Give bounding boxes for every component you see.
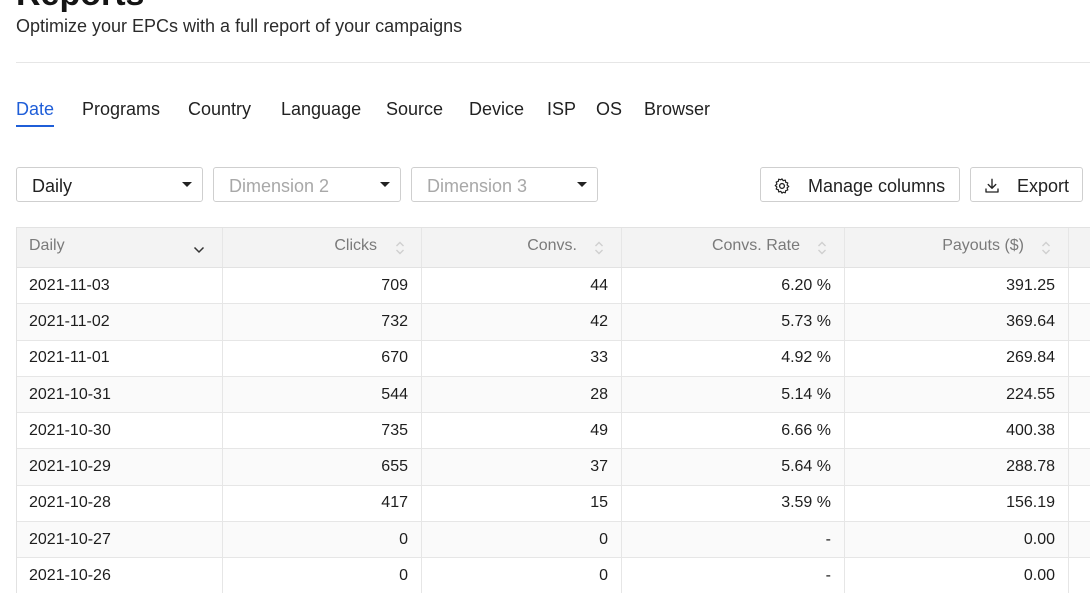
cell-convs-rate: - [825, 567, 831, 585]
tab-device[interactable]: Device [469, 98, 524, 128]
cell-convs: 15 [590, 494, 608, 512]
cell-date: 2021-10-30 [29, 421, 111, 439]
table-row[interactable]: 2021-10-30 735 49 6.66 % 400.38 [17, 413, 1090, 450]
gear-icon [774, 178, 790, 194]
cell-date: 2021-11-03 [29, 276, 110, 294]
cell-convs: 28 [590, 385, 608, 403]
page-title: Reports [16, 0, 144, 14]
column-header-convs-rate[interactable]: Convs. Rate [622, 228, 845, 267]
tab-source[interactable]: Source [386, 98, 443, 128]
manage-columns-button[interactable]: Manage columns [760, 167, 960, 202]
manage-columns-label: Manage columns [808, 176, 946, 196]
cell-date: 2021-11-01 [29, 349, 110, 367]
page-subtitle: Optimize your EPCs with a full report of… [16, 16, 463, 36]
tab-date[interactable]: Date [16, 98, 55, 128]
cell-convs-rate: - [825, 530, 831, 548]
cell-payouts: 156.19 [1006, 494, 1055, 512]
cell-convs: 0 [599, 567, 608, 585]
cell-date: 2021-10-27 [29, 530, 111, 548]
cell-convs: 49 [590, 421, 608, 439]
cell-convs: 0 [599, 530, 608, 548]
cell-payouts: 288.78 [1006, 458, 1055, 476]
sort-icon [818, 241, 826, 255]
cell-payouts: 400.38 [1006, 421, 1055, 439]
chevron-down-icon [193, 246, 205, 254]
cell-date: 2021-10-26 [29, 567, 111, 585]
table-row[interactable]: 2021-10-26 0 0 - 0.00 [17, 558, 1090, 593]
cell-clicks: 735 [381, 421, 408, 439]
cell-convs: 37 [590, 458, 608, 476]
cell-convs-rate: 5.64 % [781, 458, 831, 476]
cell-clicks: 417 [381, 494, 408, 512]
tab-programs[interactable]: Programs [82, 98, 160, 128]
cell-convs-rate: 3.59 % [781, 494, 831, 512]
table-row[interactable]: 2021-11-03 709 44 6.20 % 391.25 [17, 268, 1090, 305]
cell-payouts: 391.25 [1006, 276, 1055, 294]
dimension-1-select[interactable]: Daily [16, 167, 203, 202]
export-button[interactable]: Export [970, 167, 1083, 202]
sort-icon [396, 241, 404, 255]
cell-date: 2021-10-28 [29, 494, 111, 512]
table-row[interactable]: 2021-10-27 0 0 - 0.00 [17, 522, 1090, 559]
report-table: Daily Clicks Convs. Convs. Rate Payouts … [16, 227, 1090, 593]
dimension-2-select[interactable]: Dimension 2 [213, 167, 401, 202]
cell-payouts: 0.00 [1023, 530, 1055, 548]
column-header-clicks[interactable]: Clicks [223, 228, 422, 267]
column-header-payouts[interactable]: Payouts ($) [845, 228, 1069, 267]
cell-payouts: 369.64 [1006, 312, 1055, 330]
cell-clicks: 709 [381, 276, 408, 294]
cell-date: 2021-10-29 [29, 458, 111, 476]
cell-clicks: 732 [381, 312, 408, 330]
cell-convs: 33 [590, 349, 608, 367]
table-row[interactable]: 2021-10-29 655 37 5.64 % 288.78 [17, 449, 1090, 486]
tab-os[interactable]: OS [596, 98, 622, 128]
cell-convs-rate: 5.14 % [781, 385, 831, 403]
tab-browser[interactable]: Browser [644, 98, 710, 128]
download-icon [985, 178, 999, 193]
tab-country[interactable]: Country [188, 98, 251, 128]
table-body: 2021-11-03 709 44 6.20 % 391.25 2021-11-… [17, 268, 1090, 593]
column-header-daily[interactable]: Daily [17, 228, 223, 267]
cell-date: 2021-11-02 [29, 312, 110, 330]
table-header: Daily Clicks Convs. Convs. Rate Payouts … [17, 228, 1090, 268]
cell-payouts: 0.00 [1023, 567, 1055, 585]
cell-clicks: 670 [381, 349, 408, 367]
table-row[interactable]: 2021-10-28 417 15 3.59 % 156.19 [17, 485, 1090, 523]
reports-page: Reports Optimize your EPCs with a full r… [0, 0, 1090, 593]
dimension-3-placeholder: Dimension 3 [427, 176, 528, 196]
cell-payouts: 224.55 [1006, 385, 1055, 403]
sort-icon [1042, 241, 1050, 255]
cell-clicks: 0 [399, 567, 408, 585]
dimension-2-placeholder: Dimension 2 [229, 176, 330, 196]
cell-convs-rate: 6.20 % [781, 276, 831, 294]
cell-convs: 44 [590, 276, 608, 294]
cell-clicks: 0 [399, 530, 408, 548]
export-label: Export [1017, 176, 1070, 196]
cell-convs-rate: 4.92 % [781, 349, 831, 367]
column-header-convs[interactable]: Convs. [422, 228, 622, 267]
cell-date: 2021-10-31 [29, 385, 111, 403]
header-divider [16, 62, 1090, 63]
table-row[interactable]: 2021-11-01 670 33 4.92 % 269.84 [17, 340, 1090, 377]
cell-convs-rate: 6.66 % [781, 421, 831, 439]
cell-convs: 42 [590, 312, 608, 330]
cell-payouts: 269.84 [1006, 349, 1055, 367]
cell-clicks: 655 [381, 458, 408, 476]
chevron-down-icon [380, 182, 390, 187]
tab-isp[interactable]: ISP [547, 98, 576, 128]
chevron-down-icon [182, 182, 192, 187]
table-row[interactable]: 2021-11-02 732 42 5.73 % 369.64 [17, 304, 1090, 341]
column-header-overflow [1069, 228, 1090, 267]
cell-convs-rate: 5.73 % [781, 312, 831, 330]
chevron-down-icon [577, 182, 587, 187]
cell-clicks: 544 [381, 385, 408, 403]
table-row[interactable]: 2021-10-31 544 28 5.14 % 224.55 [17, 376, 1090, 414]
dimension-3-select[interactable]: Dimension 3 [411, 167, 598, 202]
sort-icon [595, 241, 603, 255]
tab-language[interactable]: Language [281, 98, 361, 128]
dimension-1-value: Daily [32, 176, 73, 196]
